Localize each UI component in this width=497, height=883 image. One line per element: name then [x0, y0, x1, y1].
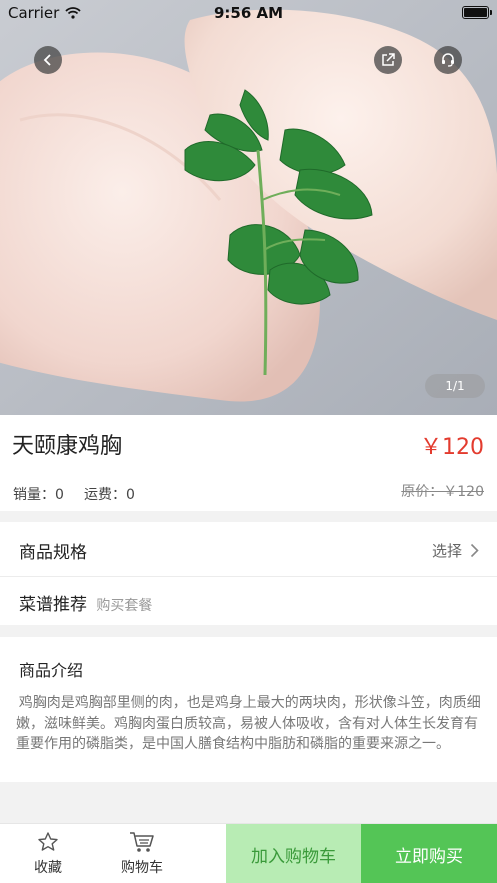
favorite-label: 收藏 — [34, 860, 62, 876]
product-info: 天颐康鸡胸 ￥120 销量：0 运费：0 原价：￥120 — [0, 415, 497, 511]
share-button[interactable] — [374, 46, 402, 74]
buy-now-button[interactable]: 立即购买 — [361, 824, 497, 883]
shopping-cart-icon — [130, 832, 154, 852]
favorite-button[interactable]: 收藏 — [3, 824, 93, 883]
original-price: 原价：￥120 — [401, 484, 484, 500]
chevron-right-icon — [470, 543, 479, 558]
product-image-carousel[interactable]: 1/1 — [0, 0, 497, 415]
back-icon — [43, 54, 51, 66]
share-icon — [382, 53, 395, 66]
spec-select[interactable]: 选择 — [432, 540, 479, 561]
spec-select-label: 选择 — [431, 542, 462, 560]
intro-title: 商品介绍 — [19, 661, 84, 680]
recipe-row[interactable]: 菜谱推荐 购买套餐 — [0, 577, 497, 625]
product-intro: 商品介绍 鸡胸肉是鸡胸部里侧的肉，也是鸡身上最大的两块肉，形状像斗笠，肉质细嫩，… — [0, 637, 497, 782]
star-icon — [38, 832, 58, 851]
shipping-fee: 运费：0 — [84, 484, 135, 504]
cart-button[interactable]: 购物车 — [97, 824, 187, 883]
status-bar: Carrier 9:56 AM — [0, 0, 497, 26]
bottom-action-bar: 收藏 购物车 加入购物车 立即购买 — [0, 823, 497, 883]
spec-title: 商品规格 — [19, 543, 87, 563]
sales-value: 0 — [55, 487, 64, 503]
back-button[interactable] — [34, 46, 62, 74]
product-price: ￥120 — [420, 435, 484, 460]
sales-count: 销量：0 — [13, 484, 64, 504]
product-name: 天颐康鸡胸 — [12, 434, 123, 459]
recipe-subtitle: 购买套餐 — [96, 598, 153, 614]
add-to-cart-button[interactable]: 加入购物车 — [226, 824, 361, 883]
battery-icon — [462, 6, 492, 19]
intro-text: 鸡胸肉是鸡胸部里侧的肉，也是鸡身上最大的两块肉，形状像斗笠，肉质细嫩，滋味鲜美。… — [16, 695, 481, 752]
recipe-title: 菜谱推荐 购买套餐 — [19, 590, 152, 615]
spec-row[interactable]: 商品规格 选择 — [0, 522, 497, 576]
recipe-title-label: 菜谱推荐 — [19, 595, 87, 615]
product-image — [0, 0, 497, 415]
sales-label: 销量： — [13, 487, 55, 503]
shipping-value: 0 — [126, 487, 135, 503]
customer-service-button[interactable] — [434, 46, 462, 74]
status-time: 9:56 AM — [213, 4, 284, 22]
shipping-label: 运费： — [84, 487, 126, 503]
cart-label: 购物车 — [121, 860, 163, 876]
customer-service-icon — [442, 53, 454, 67]
page-indicator: 1/1 — [425, 374, 485, 398]
